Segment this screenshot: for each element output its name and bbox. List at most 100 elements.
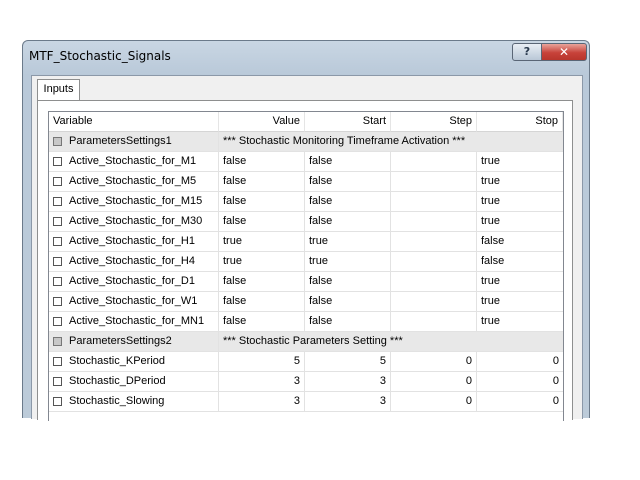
start-cell[interactable]: false <box>305 172 391 192</box>
variable-name: ParametersSettings1 <box>69 135 172 147</box>
table-row: Active_Stochastic_for_M15 false false true <box>49 192 563 212</box>
column-header-value[interactable]: Value <box>219 112 305 132</box>
group-label: *** Stochastic Parameters Setting *** <box>219 332 563 352</box>
variable-cell: ParametersSettings2 <box>49 332 219 352</box>
inputs-panel: Variable Value Start Step Stop Parameter… <box>37 100 573 421</box>
step-cell[interactable]: 0 <box>391 392 477 412</box>
value-cell[interactable]: false <box>219 292 305 312</box>
variable-name: Active_Stochastic_for_H1 <box>69 235 195 247</box>
table-row: Active_Stochastic_for_W1 false false true <box>49 292 563 312</box>
value-cell[interactable]: false <box>219 192 305 212</box>
optimize-checkbox[interactable] <box>53 257 62 266</box>
step-cell[interactable] <box>391 232 477 252</box>
step-cell[interactable] <box>391 272 477 292</box>
stop-cell[interactable]: true <box>477 172 563 192</box>
optimize-checkbox[interactable] <box>53 277 62 286</box>
optimize-checkbox[interactable] <box>53 297 62 306</box>
column-header-stop[interactable]: Stop <box>477 112 563 132</box>
value-cell[interactable]: 5 <box>219 352 305 372</box>
group-checkbox[interactable] <box>53 137 62 146</box>
variable-name: Active_Stochastic_for_M15 <box>69 195 203 207</box>
group-label: *** Stochastic Monitoring Timeframe Acti… <box>219 132 563 152</box>
variable-name: Active_Stochastic_for_H4 <box>69 255 195 267</box>
value-cell[interactable]: false <box>219 172 305 192</box>
optimize-checkbox[interactable] <box>53 317 62 326</box>
table-row: Active_Stochastic_for_H4 true true false <box>49 252 563 272</box>
optimize-checkbox[interactable] <box>53 157 62 166</box>
column-header-step[interactable]: Step <box>391 112 477 132</box>
step-cell[interactable] <box>391 192 477 212</box>
grid-header: Variable Value Start Step Stop <box>49 112 563 132</box>
step-cell[interactable]: 0 <box>391 372 477 392</box>
variable-name: Stochastic_DPeriod <box>69 375 166 387</box>
stop-cell[interactable]: true <box>477 272 563 292</box>
variable-name: Active_Stochastic_for_M30 <box>69 215 203 227</box>
step-cell[interactable] <box>391 212 477 232</box>
value-cell[interactable]: true <box>219 252 305 272</box>
stop-cell[interactable]: true <box>477 212 563 232</box>
start-cell[interactable]: false <box>305 212 391 232</box>
start-cell[interactable]: false <box>305 152 391 172</box>
value-cell[interactable]: false <box>219 152 305 172</box>
start-cell[interactable]: false <box>305 272 391 292</box>
dialog-window: MTF_Stochastic_Signals ? ✕ Inputs Variab… <box>22 40 590 421</box>
start-cell[interactable]: false <box>305 312 391 332</box>
tab-inputs[interactable]: Inputs <box>37 79 80 101</box>
stop-cell[interactable]: 0 <box>477 372 563 392</box>
dialog-client-area: Inputs Variable Value Start Step Stop Pa… <box>31 75 583 421</box>
start-cell[interactable]: true <box>305 252 391 272</box>
close-button[interactable]: ✕ <box>541 43 587 61</box>
value-cell[interactable]: false <box>219 212 305 232</box>
step-cell[interactable]: 0 <box>391 352 477 372</box>
optimize-checkbox[interactable] <box>53 357 62 366</box>
stop-cell[interactable]: true <box>477 192 563 212</box>
stop-cell[interactable]: true <box>477 152 563 172</box>
table-row: Stochastic_Slowing 3 3 0 0 <box>49 392 563 412</box>
variable-cell: Active_Stochastic_for_D1 <box>49 272 219 292</box>
inputs-grid: Variable Value Start Step Stop Parameter… <box>48 111 564 421</box>
value-cell[interactable]: 3 <box>219 392 305 412</box>
variable-name: Active_Stochastic_for_W1 <box>69 295 198 307</box>
table-row: Active_Stochastic_for_D1 false false true <box>49 272 563 292</box>
stop-cell[interactable]: 0 <box>477 392 563 412</box>
group-row: ParametersSettings2 *** Stochastic Parame… <box>49 332 563 352</box>
optimize-checkbox[interactable] <box>53 237 62 246</box>
variable-cell: Active_Stochastic_for_M5 <box>49 172 219 192</box>
window-title: MTF_Stochastic_Signals <box>29 49 171 63</box>
close-icon: ✕ <box>558 45 570 59</box>
start-cell[interactable]: 3 <box>305 392 391 412</box>
start-cell[interactable]: 5 <box>305 352 391 372</box>
variable-name: Stochastic_Slowing <box>69 395 165 407</box>
step-cell[interactable] <box>391 172 477 192</box>
start-cell[interactable]: false <box>305 192 391 212</box>
stop-cell[interactable]: false <box>477 252 563 272</box>
optimize-checkbox[interactable] <box>53 377 62 386</box>
stop-cell[interactable]: true <box>477 292 563 312</box>
value-cell[interactable]: true <box>219 232 305 252</box>
help-button[interactable]: ? <box>512 43 542 61</box>
variable-name: Active_Stochastic_for_D1 <box>69 275 195 287</box>
start-cell[interactable]: true <box>305 232 391 252</box>
value-cell[interactable]: 3 <box>219 372 305 392</box>
optimize-checkbox[interactable] <box>53 177 62 186</box>
optimize-checkbox[interactable] <box>53 397 62 406</box>
column-header-start[interactable]: Start <box>305 112 391 132</box>
table-row: Stochastic_DPeriod 3 3 0 0 <box>49 372 563 392</box>
step-cell[interactable] <box>391 152 477 172</box>
value-cell[interactable]: false <box>219 312 305 332</box>
step-cell[interactable] <box>391 292 477 312</box>
optimize-checkbox[interactable] <box>53 197 62 206</box>
variable-name: Active_Stochastic_for_M1 <box>69 155 197 167</box>
step-cell[interactable] <box>391 252 477 272</box>
stop-cell[interactable]: 0 <box>477 352 563 372</box>
value-cell[interactable]: false <box>219 272 305 292</box>
variable-name: ParametersSettings2 <box>69 335 172 347</box>
stop-cell[interactable]: true <box>477 312 563 332</box>
column-header-variable[interactable]: Variable <box>49 112 219 132</box>
start-cell[interactable]: false <box>305 292 391 312</box>
step-cell[interactable] <box>391 312 477 332</box>
optimize-checkbox[interactable] <box>53 217 62 226</box>
start-cell[interactable]: 3 <box>305 372 391 392</box>
stop-cell[interactable]: false <box>477 232 563 252</box>
group-checkbox[interactable] <box>53 337 62 346</box>
